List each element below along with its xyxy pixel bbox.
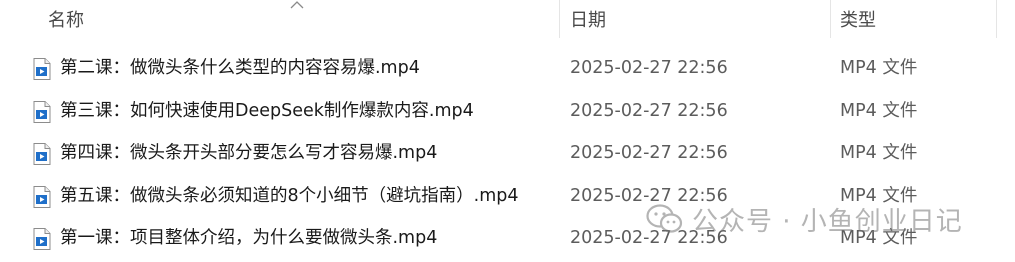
file-type: MP4 文件: [840, 143, 918, 163]
column-header-type[interactable]: 类型: [840, 10, 876, 32]
file-date: 2025-02-27 22:56: [570, 58, 728, 78]
column-header-name[interactable]: 名称: [48, 10, 84, 32]
column-header-bar: 名称 日期 类型: [0, 0, 1015, 42]
column-header-date[interactable]: 日期: [570, 10, 606, 32]
file-type: MP4 文件: [840, 58, 918, 78]
video-file-icon: [33, 228, 51, 250]
video-file-icon: [33, 100, 51, 123]
file-type: MP4 文件: [840, 100, 918, 121]
file-row[interactable]: 第三课：如何快速使用DeepSeek制作爆款内容.mp4 2025-02-27 …: [0, 90, 1015, 133]
watermark-text: 公众号 · 小鱼创业日记: [692, 206, 963, 237]
file-row[interactable]: 第二课：做微头条什么类型的内容容易爆.mp4 2025-02-27 22:56 …: [0, 47, 1015, 90]
column-divider[interactable]: [559, 0, 560, 38]
video-file-icon: [33, 185, 51, 208]
video-file-icon: [33, 143, 51, 165]
video-file-icon: [33, 58, 51, 80]
watermark: 公众号 · 小鱼创业日记: [646, 199, 963, 239]
sort-ascending-icon: [290, 1, 304, 9]
file-name: 第三课：如何快速使用DeepSeek制作爆款内容.mp4: [60, 100, 474, 121]
column-divider[interactable]: [996, 0, 997, 38]
column-divider[interactable]: [830, 0, 831, 38]
file-name: 第四课：微头条开头部分要怎么写才容易爆.mp4: [60, 143, 438, 163]
file-name: 第二课：做微头条什么类型的内容容易爆.mp4: [60, 58, 420, 78]
wechat-logo-icon: [646, 204, 683, 233]
file-date: 2025-02-27 22:56: [570, 100, 728, 121]
file-name: 第五课：做微头条必须知道的8个小细节（避坑指南）.mp4: [60, 185, 519, 206]
file-row[interactable]: 第四课：微头条开头部分要怎么写才容易爆.mp4 2025-02-27 22:56…: [0, 132, 1015, 175]
file-name: 第一课：项目整体介绍，为什么要做微头条.mp4: [60, 228, 438, 248]
file-date: 2025-02-27 22:56: [570, 143, 728, 163]
